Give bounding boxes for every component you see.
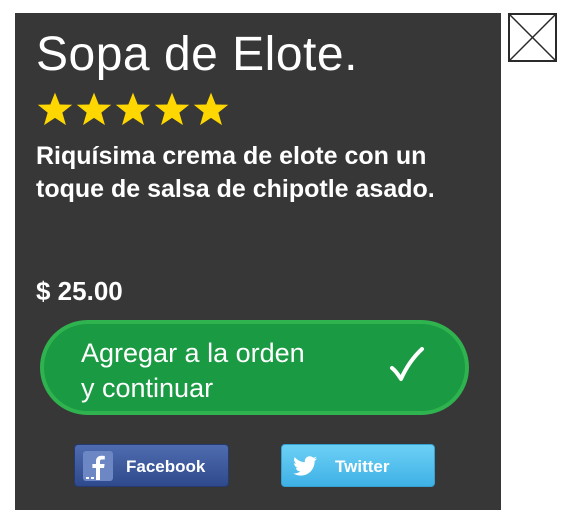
- dish-card: Sopa de Elote. Riquísima crema de elote …: [15, 13, 501, 510]
- rating-stars: [36, 91, 230, 127]
- close-button[interactable]: [508, 13, 557, 62]
- dish-title: Sopa de Elote.: [36, 28, 358, 81]
- star-icon: [153, 91, 191, 127]
- star-icon: [192, 91, 230, 127]
- twitter-icon: [290, 451, 320, 481]
- page: Sopa de Elote. Riquísima crema de elote …: [0, 0, 574, 522]
- dish-price: $ 25.00: [36, 276, 123, 306]
- dish-description: Riquísima crema de elote con un toque de…: [36, 142, 435, 203]
- facebook-label: Facebook: [126, 457, 206, 476]
- add-to-order-label: Agregar a la orden y continuar: [81, 336, 361, 406]
- star-icon: [75, 91, 113, 127]
- star-icon: [36, 91, 74, 127]
- twitter-share-button[interactable]: Twitter: [281, 444, 435, 487]
- twitter-label: Twitter: [335, 457, 390, 476]
- add-to-order-label-line2: y continuar: [81, 373, 214, 403]
- close-icon: [510, 15, 555, 60]
- star-icon: [114, 91, 152, 127]
- add-to-order-button[interactable]: Agregar a la orden y continuar: [40, 320, 469, 415]
- check-icon: [389, 346, 425, 386]
- add-to-order-label-line1: Agregar a la orden: [81, 338, 305, 368]
- facebook-icon: [83, 451, 113, 481]
- facebook-share-button[interactable]: Facebook: [74, 444, 229, 487]
